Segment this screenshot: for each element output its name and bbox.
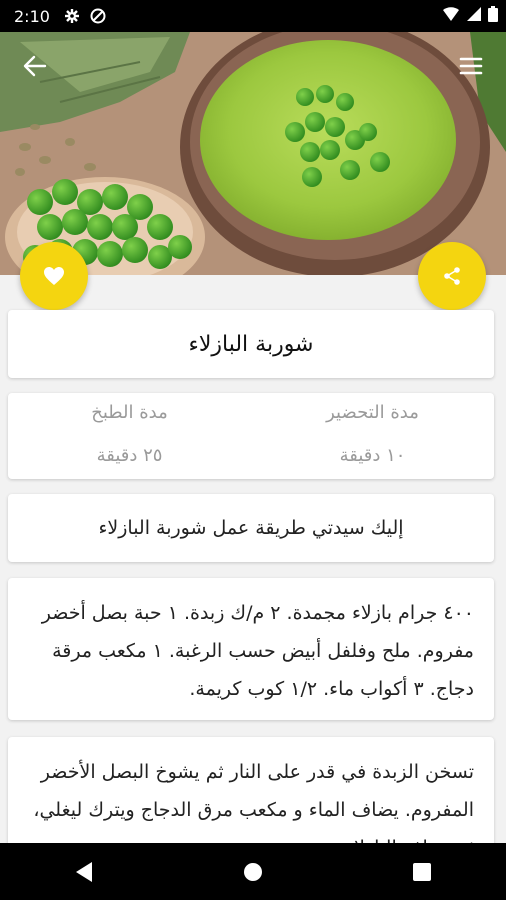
share-icon — [444, 267, 460, 285]
prep-time-label: مدة التحضير — [326, 402, 419, 423]
recipe-intro-card: إليك سيدتي طريقة عمل شوربة البازلاء — [8, 494, 494, 562]
ingredients-text: ٤٠٠ جرام بازلاء مجمدة. ٢ م/ك زبدة. ١ حبة… — [41, 602, 474, 700]
recipe-title: شوربة البازلاء — [188, 331, 314, 357]
recipe-times-card: مدة التحضير ١٠ دقيقة مدة الطبخ ٢٥ دقيقة — [8, 393, 494, 479]
share-button[interactable] — [418, 242, 486, 310]
favorite-button[interactable] — [20, 242, 88, 310]
nav-home-button[interactable] — [223, 850, 283, 894]
heart-icon — [44, 267, 64, 285]
prep-time-value: ١٠ دقيقة — [339, 445, 406, 466]
signal-icon — [466, 6, 482, 26]
cook-time-value: ٢٥ دقيقة — [96, 445, 163, 466]
arrow-back-icon — [23, 55, 47, 77]
battery-icon — [488, 6, 498, 26]
status-bar: 2:10 — [0, 0, 506, 32]
recipe-title-card: شوربة البازلاء — [8, 310, 494, 378]
cook-time: مدة الطبخ ٢٥ دقيقة — [8, 393, 251, 479]
menu-icon — [459, 57, 483, 75]
wifi-icon — [442, 6, 460, 26]
settings-icon — [64, 8, 80, 24]
prep-time: مدة التحضير ١٠ دقيقة — [251, 393, 494, 479]
back-button[interactable] — [18, 52, 52, 80]
nav-recents-icon — [412, 862, 431, 881]
status-time: 2:10 — [14, 6, 50, 26]
recipe-intro: إليك سيدتي طريقة عمل شوربة البازلاء — [98, 517, 404, 539]
cook-time-label: مدة الطبخ — [91, 402, 168, 423]
nav-home-icon — [243, 862, 262, 881]
nav-recents-button[interactable] — [392, 850, 452, 894]
menu-button[interactable] — [456, 52, 486, 80]
navigation-bar — [0, 843, 506, 900]
recipe-hero-image — [0, 32, 506, 275]
nav-back-icon — [76, 861, 93, 882]
ingredients-card: ٤٠٠ جرام بازلاء مجمدة. ٢ م/ك زبدة. ١ حبة… — [8, 578, 494, 720]
do-not-disturb-icon — [90, 8, 106, 24]
nav-back-button[interactable] — [54, 850, 114, 894]
